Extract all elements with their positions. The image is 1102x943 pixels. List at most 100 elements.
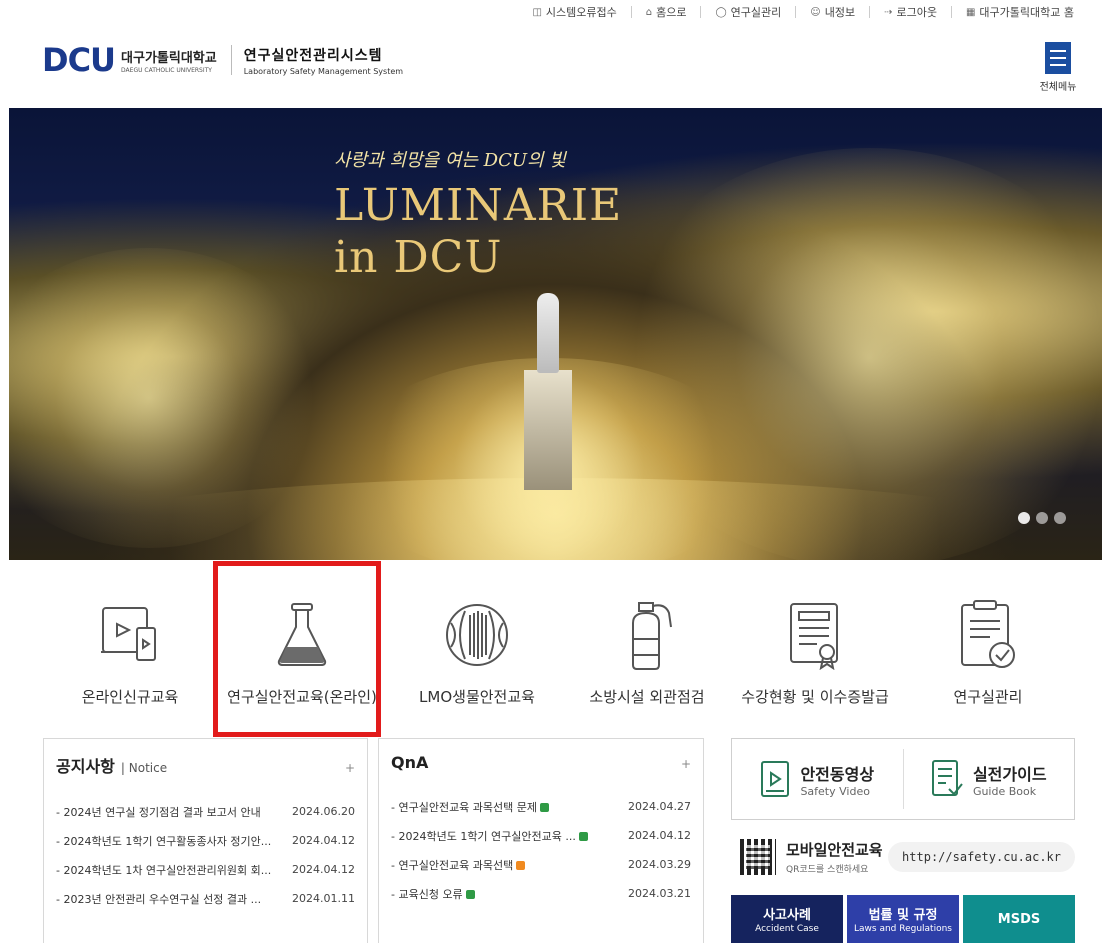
university-name-en: DAEGU CATHOLIC UNIVERSITY bbox=[121, 66, 212, 74]
quick-link-online-new-education[interactable]: 온라인신규교육 bbox=[45, 596, 215, 707]
qna-item-date: 2024.03.21 bbox=[628, 887, 691, 900]
qna-item[interactable]: - 2024학년도 1학기 연구실안전교육 ... 2024.04.12 bbox=[391, 821, 691, 850]
user-icon: ☺ bbox=[810, 6, 821, 18]
qna-list: - 연구실안전교육 과목선택 문제 2024.04.27 - 2024학년도 1학… bbox=[379, 792, 703, 908]
safety-video-button[interactable]: 안전동영상 Safety Video bbox=[732, 739, 903, 819]
mobile-education: 모바일안전교육 QR코드를 스캔하세요 http://safety.cu.ac.… bbox=[740, 832, 1075, 882]
guide-book-button[interactable]: 실전가이드 Guide Book bbox=[902, 749, 1075, 809]
statue-pillar bbox=[524, 370, 572, 490]
notice-header: 공지사항 | Notice + bbox=[44, 739, 367, 777]
qna-item-date: 2024.03.29 bbox=[628, 858, 691, 871]
hero-title-line1: LUMINARIE bbox=[334, 180, 623, 231]
certificate-icon bbox=[730, 596, 900, 674]
quick-link-lmo-bio-safety[interactable]: LMO생물안전교육 bbox=[392, 596, 562, 707]
unlock-icon bbox=[578, 831, 588, 841]
qna-item-title: - 교육신청 오류 bbox=[391, 887, 463, 901]
qna-item[interactable]: - 교육신청 오류 2024.03.21 bbox=[391, 879, 691, 908]
util-lab-manage-link[interactable]: ◯ 연구실관리 bbox=[700, 6, 795, 19]
notice-item-date: 2024.06.20 bbox=[292, 805, 355, 818]
util-label: 로그아웃 bbox=[896, 6, 937, 19]
qna-title: QnA bbox=[391, 753, 429, 772]
quick-link-label: 수강현황 및 이수증발급 bbox=[741, 688, 889, 706]
button-label: 사고사례 bbox=[763, 908, 811, 923]
system-name: 연구실안전관리시스템 Laboratory Safety Management … bbox=[244, 45, 403, 76]
mobile-education-sublabel: QR코드를 스캔하세요 bbox=[786, 865, 869, 875]
notice-subtitle: | Notice bbox=[120, 761, 168, 775]
notice-item-title: - 2024학년도 1차 연구실안전관리위원회 회... bbox=[56, 863, 272, 877]
accident-case-button[interactable]: 사고사례 Accident Case bbox=[731, 895, 843, 943]
notice-list: - 2024년 연구실 정기점검 결과 보고서 안내 2024.06.20 - 2… bbox=[44, 797, 367, 913]
qna-item-title: - 연구실안전교육 과목선택 문제 bbox=[391, 800, 538, 814]
statue bbox=[537, 293, 559, 373]
carousel-dot[interactable] bbox=[1018, 512, 1030, 524]
safety-video-sublabel: Safety Video bbox=[800, 784, 870, 798]
button-sublabel: Accident Case bbox=[755, 924, 819, 934]
quick-link-lab-safety-online[interactable]: 연구실안전교육(온라인) bbox=[217, 596, 387, 707]
util-home-link[interactable]: ⌂ 홈으로 bbox=[630, 6, 701, 19]
carousel-dot[interactable] bbox=[1036, 512, 1048, 524]
building-icon: ▦ bbox=[965, 6, 976, 18]
msds-button[interactable]: MSDS bbox=[963, 895, 1075, 943]
fire-extinguisher-icon bbox=[562, 596, 732, 674]
quick-links: 온라인신규교육 연구실안전교육(온라인) LMO생물안전교육 소방시설 외관점검… bbox=[40, 560, 1070, 735]
university-name: 대구가톨릭대학교 DAEGU CATHOLIC UNIVERSITY bbox=[121, 47, 217, 74]
qr-code-icon bbox=[740, 839, 776, 875]
util-university-home-link[interactable]: ▦ 대구가톨릭대학교 홈 bbox=[950, 6, 1088, 19]
qna-more-button[interactable]: + bbox=[681, 757, 691, 771]
notice-item-title: - 2024학년도 1학기 연구활동종사자 정기안... bbox=[56, 834, 272, 848]
dcu-logo-mark: DCU bbox=[42, 41, 116, 79]
site-logo[interactable]: DCU 대구가톨릭대학교 DAEGU CATHOLIC UNIVERSITY 연… bbox=[42, 44, 403, 76]
notice-item[interactable]: - 2024년 연구실 정기점검 결과 보고서 안내 2024.06.20 bbox=[56, 797, 355, 826]
unlock-icon bbox=[465, 889, 475, 899]
hamburger-icon bbox=[1045, 42, 1071, 74]
util-my-info-link[interactable]: ☺ 내정보 bbox=[795, 6, 869, 19]
util-error-report-link[interactable]: ◫ 시스템오류접수 bbox=[518, 6, 630, 19]
logout-icon: ⇢ bbox=[884, 6, 893, 18]
qna-item[interactable]: - 연구실안전교육 과목선택 2024.03.29 bbox=[391, 850, 691, 879]
quick-link-label: 연구실안전교육(온라인) bbox=[227, 688, 377, 706]
notice-more-button[interactable]: + bbox=[345, 761, 355, 775]
qna-header: QnA + bbox=[379, 739, 703, 772]
util-logout-link[interactable]: ⇢ 로그아웃 bbox=[869, 6, 951, 19]
guide-book-label: 실전가이드 bbox=[972, 764, 1047, 784]
mobile-url-link[interactable]: http://safety.cu.ac.kr bbox=[888, 842, 1075, 872]
brand-divider bbox=[230, 45, 232, 75]
qna-item-title: - 2024학년도 1학기 연구실안전교육 ... bbox=[391, 829, 576, 843]
safety-video-label: 안전동영상 bbox=[800, 764, 875, 784]
full-menu-button[interactable]: 전체메뉴 bbox=[1038, 42, 1078, 93]
notice-item[interactable]: - 2024학년도 1학기 연구활동종사자 정기안... 2024.04.12 bbox=[56, 826, 355, 855]
quick-link-course-status-certificate[interactable]: 수강현황 및 이수증발급 bbox=[730, 596, 900, 707]
system-name-ko: 연구실안전관리시스템 bbox=[243, 47, 383, 64]
home-icon: ⌂ bbox=[645, 6, 653, 18]
notice-item[interactable]: - 2023년 안전관리 우수연구실 선정 결과 ... 2024.01.11 bbox=[56, 884, 355, 913]
university-name-ko: 대구가톨릭대학교 bbox=[121, 50, 217, 66]
quick-link-label: 온라인신규교육 bbox=[81, 688, 179, 706]
util-label: 시스템오류접수 bbox=[545, 6, 617, 19]
bottom-buttons: 사고사례 Accident Case 법률 및 규정 Laws and Regu… bbox=[731, 895, 1075, 943]
button-sublabel: Laws and Regulations bbox=[854, 924, 952, 934]
qna-item[interactable]: - 연구실안전교육 과목선택 문제 2024.04.27 bbox=[391, 792, 691, 821]
clipboard-check-icon bbox=[903, 596, 1073, 674]
util-label: 내정보 bbox=[824, 6, 856, 19]
mobile-education-label: 모바일안전교육 bbox=[786, 841, 883, 859]
quick-link-lab-management[interactable]: 연구실관리 bbox=[903, 596, 1073, 707]
online-education-icon bbox=[45, 596, 215, 674]
hero-subtitle: 사랑과 희망을 여는 DCU의 빛 bbox=[334, 150, 566, 171]
carousel-dot[interactable] bbox=[1054, 512, 1066, 524]
quick-link-fire-facility-check[interactable]: 소방시설 외관점검 bbox=[562, 596, 732, 707]
monitor-icon: ◫ bbox=[532, 6, 542, 18]
button-label: 법률 및 규정 bbox=[868, 908, 938, 923]
notice-item-date: 2024.01.11 bbox=[292, 892, 355, 905]
notice-item-title: - 2024년 연구실 정기점검 결과 보고서 안내 bbox=[56, 805, 261, 819]
carousel-dots bbox=[1018, 512, 1066, 524]
notice-item-date: 2024.04.12 bbox=[292, 834, 355, 847]
notice-panel: 공지사항 | Notice + - 2024년 연구실 정기점검 결과 보고서 … bbox=[43, 738, 368, 943]
guide-book-sublabel: Guide Book bbox=[972, 784, 1037, 798]
video-icon bbox=[761, 761, 790, 797]
notice-item[interactable]: - 2024학년도 1차 연구실안전관리위원회 회... 2024.04.12 bbox=[56, 855, 355, 884]
qna-item-date: 2024.04.27 bbox=[628, 800, 691, 813]
quick-link-label: LMO생물안전교육 bbox=[419, 688, 535, 706]
resource-box: 안전동영상 Safety Video 실전가이드 Guide Book bbox=[731, 738, 1075, 820]
laws-regulations-button[interactable]: 법률 및 규정 Laws and Regulations bbox=[847, 895, 959, 943]
lock-icon bbox=[516, 860, 526, 870]
